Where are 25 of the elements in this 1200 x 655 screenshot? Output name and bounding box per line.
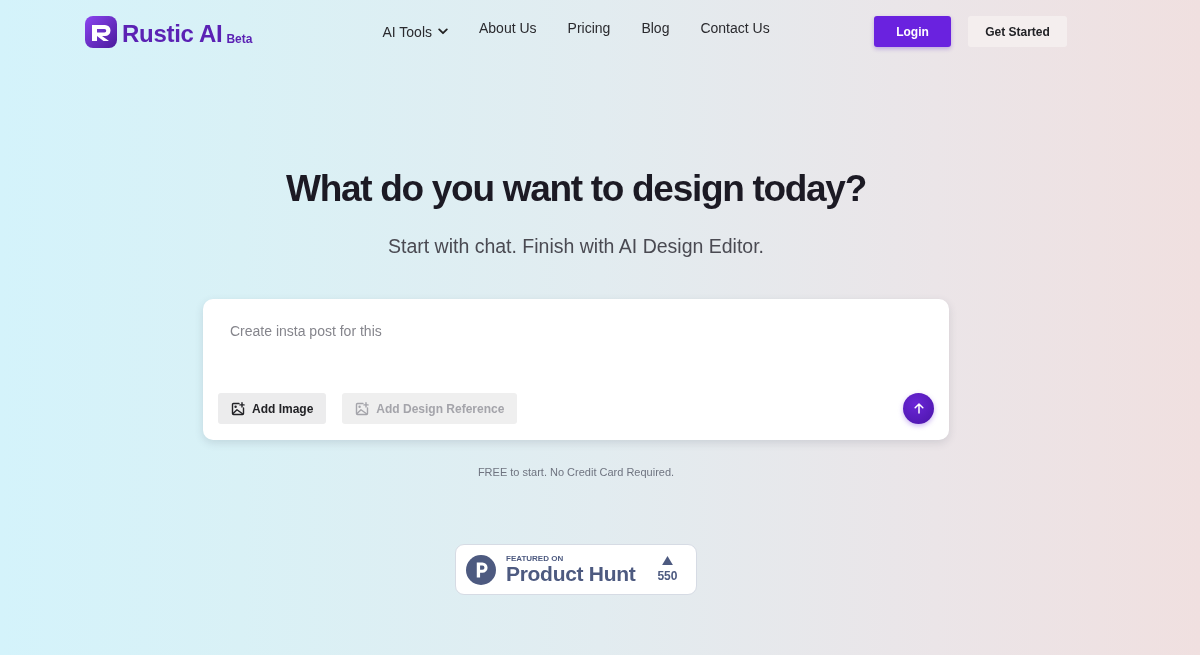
nav-link[interactable]: AI Tools	[382, 23, 448, 40]
product-name: Product Hunt	[506, 563, 636, 585]
vote-count: 550	[657, 570, 678, 583]
hero-heading: What do you want to design today?	[286, 167, 866, 211]
nav-link[interactable]: Blog	[641, 19, 670, 36]
logo-wordmark: Rustic AI	[122, 19, 223, 48]
add-image-button[interactable]: Add Image	[218, 393, 327, 424]
beta-label: Beta	[226, 30, 253, 48]
get-started-button[interactable]: Get Started	[968, 16, 1067, 47]
triangle-icon	[661, 556, 673, 565]
arrow-up-icon	[913, 403, 924, 414]
nav-link[interactable]: About Us	[479, 19, 537, 36]
free-note: FREE to start. No Credit Card Required.	[477, 465, 675, 479]
hero-subtitle: Start with chat. Finish with AI Design Editor.	[387, 234, 765, 258]
image-plus-icon	[231, 401, 245, 416]
logo-icon	[85, 15, 117, 48]
nav-link[interactable]: Pricing	[567, 19, 611, 36]
featured-badge[interactable]: FEATURED ON Product Hunt 550	[455, 544, 697, 595]
send-button[interactable]	[903, 393, 934, 424]
p-logo-icon	[466, 554, 496, 585]
login-button[interactable]: Login	[874, 16, 951, 47]
image-plus-icon	[355, 401, 370, 416]
nav-link[interactable]: Contact Us	[700, 19, 770, 36]
featured-on-label: FEATURED ON	[506, 554, 565, 563]
chevron-down-icon	[438, 28, 448, 35]
